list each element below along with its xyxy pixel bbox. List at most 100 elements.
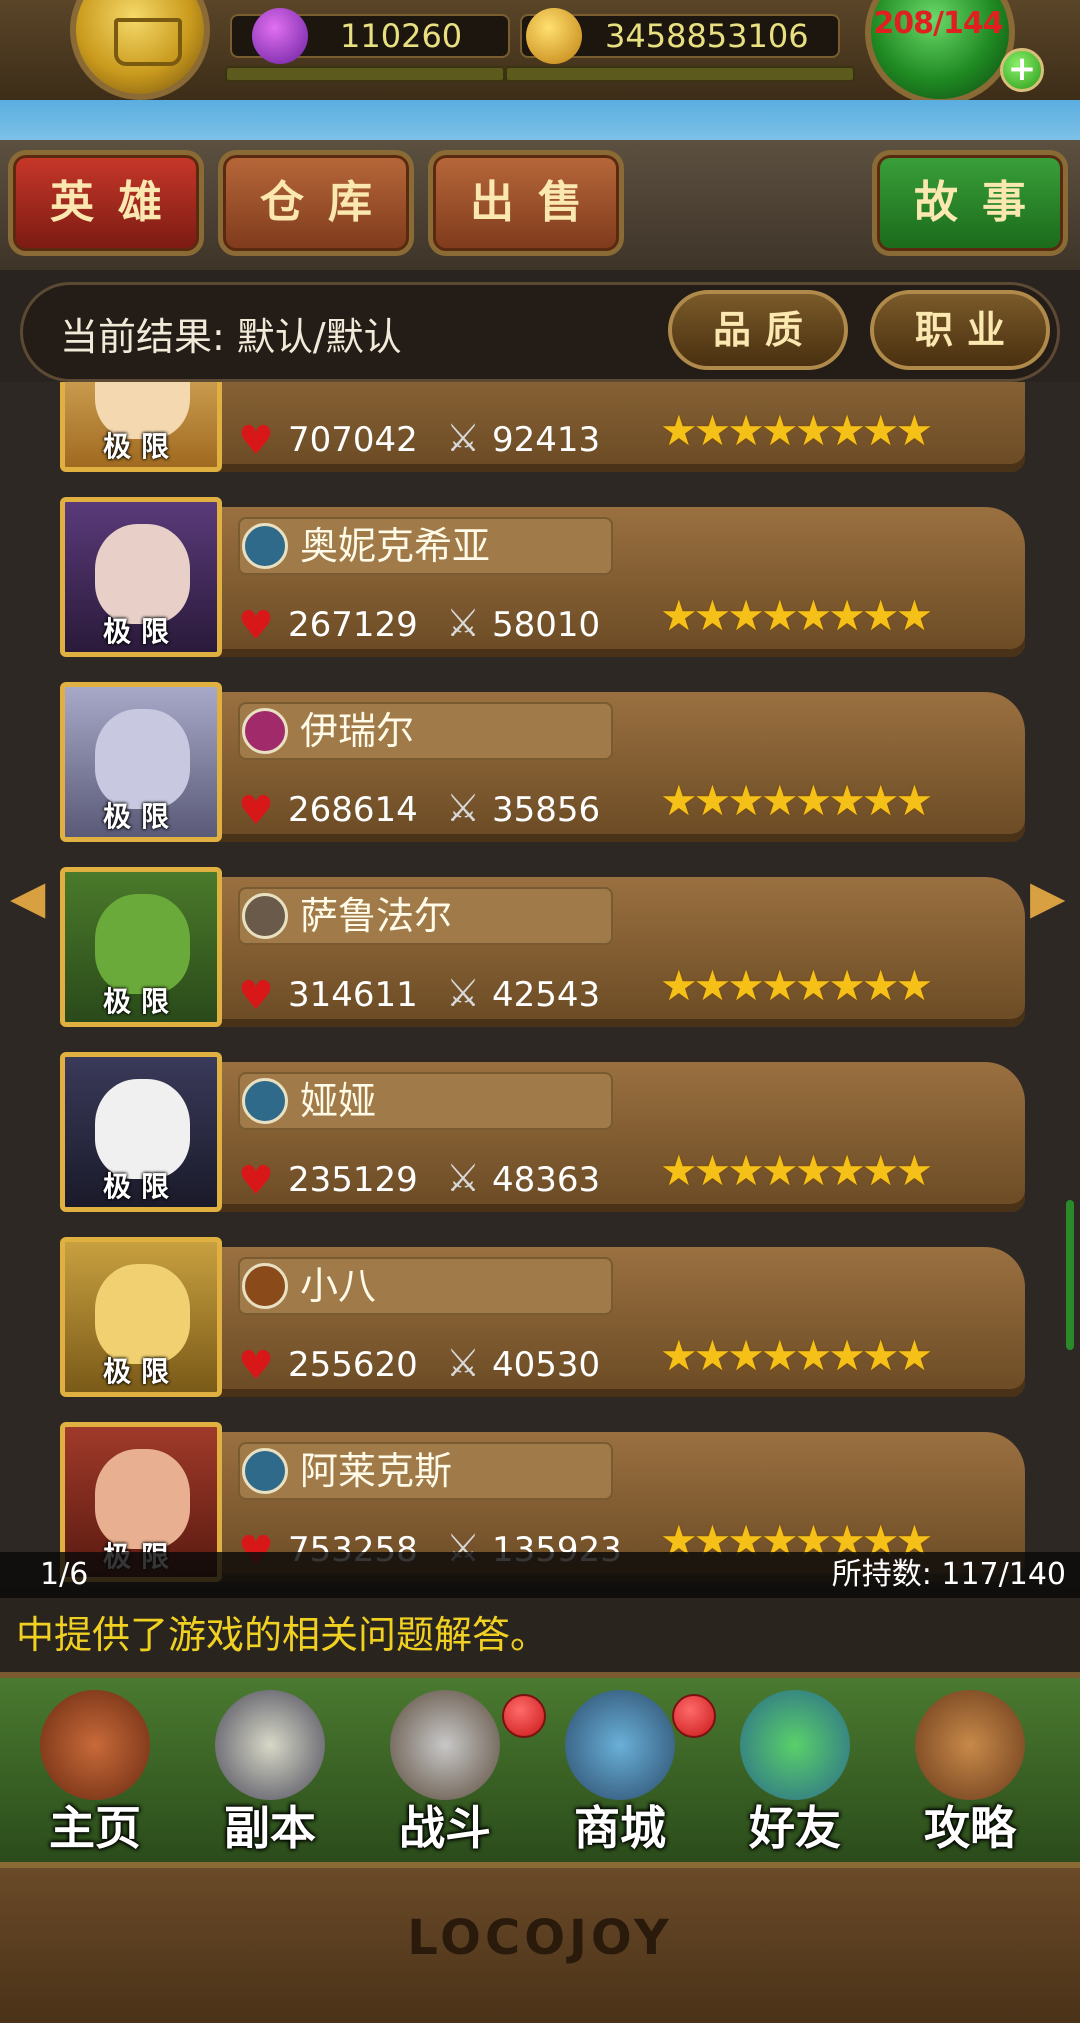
hero-hp: 255620 bbox=[288, 1345, 418, 1385]
hero-portrait: 极限 bbox=[60, 1052, 222, 1212]
chevron-right-icon[interactable]: ▶ bbox=[1030, 870, 1065, 924]
hero-name: 娅娅 bbox=[300, 1079, 377, 1123]
hero-name: 萨鲁法尔 bbox=[300, 894, 453, 938]
filter-result-label: 当前结果: 默认/默认 bbox=[60, 315, 402, 359]
hero-name-bar bbox=[238, 1257, 613, 1315]
nav-label: 商城 bbox=[574, 1801, 666, 1855]
heart-icon: ♥ bbox=[238, 603, 274, 649]
hero-card[interactable]: 极限 萨鲁法尔 ♥ 314611 ⚔ 42543 ★★★★★★★★ bbox=[60, 867, 1025, 1037]
hero-portrait: 极限 bbox=[60, 682, 222, 842]
nav-label: 战斗 bbox=[399, 1801, 491, 1855]
hero-face-image bbox=[95, 1449, 190, 1549]
heart-icon: ♥ bbox=[238, 418, 274, 464]
heart-icon: ♥ bbox=[238, 1158, 274, 1204]
star-rating: ★★★★★★★★ bbox=[660, 776, 933, 825]
skull-icon bbox=[215, 1690, 325, 1800]
hero-card[interactable]: 极限 伊瑞尔 ♥ 268614 ⚔ 35856 ★★★★★★★★ bbox=[60, 682, 1025, 852]
class-icon bbox=[242, 1078, 288, 1124]
xp-bar-right bbox=[505, 66, 855, 82]
hero-face-image bbox=[95, 1079, 190, 1179]
shop-creature-icon bbox=[565, 1690, 675, 1800]
hero-face-image bbox=[95, 524, 190, 624]
hero-face-image bbox=[95, 1264, 190, 1364]
hero-card[interactable]: 极限 娅娅 ♥ 235129 ⚔ 48363 ★★★★★★★★ bbox=[60, 1052, 1025, 1222]
tab-sell[interactable]: 出售 bbox=[428, 150, 624, 256]
hero-card[interactable]: 极限 奥妮克希亚 ♥ 267129 ⚔ 58010 ★★★★★★★★ bbox=[60, 497, 1025, 667]
hero-hp: 267129 bbox=[288, 605, 418, 645]
hero-attack: 58010 bbox=[492, 605, 601, 645]
star-rating: ★★★★★★★★ bbox=[660, 406, 933, 455]
gold-value: 3458853106 bbox=[605, 17, 809, 55]
nav-home[interactable]: 主页 bbox=[15, 1690, 175, 1860]
crown-icon bbox=[114, 18, 182, 66]
hero-attack: 92413 bbox=[492, 420, 601, 460]
hero-portrait: 极限 bbox=[60, 1237, 222, 1397]
nav-label: 攻略 bbox=[924, 1801, 1016, 1855]
star-rating: ★★★★★★★★ bbox=[660, 1331, 933, 1380]
hero-hp: 707042 bbox=[288, 420, 418, 460]
gem-value: 110260 bbox=[340, 17, 463, 55]
hero-list[interactable]: 极限 ♥ 707042 ⚔ 92413 ★★★★★★★★ 极限 奥妮克希亚 ♥ … bbox=[0, 382, 1080, 1587]
crossed-swords-icon: ⚔ bbox=[446, 786, 481, 830]
hero-face-image bbox=[95, 894, 190, 994]
crossed-swords-icon: ⚔ bbox=[446, 601, 481, 645]
owned-count: 所持数: 117/140 bbox=[831, 1557, 1066, 1592]
heart-icon: ♥ bbox=[238, 973, 274, 1019]
house-icon bbox=[40, 1690, 150, 1800]
class-icon bbox=[242, 893, 288, 939]
hero-name: 奥妮克希亚 bbox=[300, 524, 491, 568]
hero-attack: 35856 bbox=[492, 790, 601, 830]
hero-card[interactable]: 极限 ♥ 707042 ⚔ 92413 ★★★★★★★★ bbox=[60, 382, 1025, 482]
star-rating: ★★★★★★★★ bbox=[660, 1146, 933, 1195]
hero-attack: 42543 bbox=[492, 975, 601, 1015]
hero-rank: 极限 bbox=[102, 1355, 179, 1388]
hero-face-image bbox=[95, 709, 190, 809]
class-icon bbox=[242, 523, 288, 569]
class-icon bbox=[242, 708, 288, 754]
hero-rank: 极限 bbox=[102, 615, 179, 648]
hero-name-bar bbox=[238, 702, 613, 760]
class-filter-button[interactable]: 职业 bbox=[870, 290, 1050, 370]
star-rating: ★★★★★★★★ bbox=[660, 591, 933, 640]
nav-label: 主页 bbox=[49, 1801, 141, 1855]
nav-battle[interactable]: 战斗 bbox=[365, 1690, 525, 1860]
star-rating: ★★★★★★★★ bbox=[660, 961, 933, 1010]
sword-icon bbox=[390, 1690, 500, 1800]
crossed-swords-icon: ⚔ bbox=[446, 971, 481, 1015]
hero-name-bar bbox=[238, 1072, 613, 1130]
page-indicator: 1/6 bbox=[40, 1557, 89, 1592]
gem-icon bbox=[252, 8, 308, 64]
crossed-swords-icon: ⚔ bbox=[446, 1341, 481, 1385]
add-stamina-button[interactable]: + bbox=[1000, 48, 1044, 92]
hero-rank: 极限 bbox=[102, 800, 179, 833]
nav-label: 副本 bbox=[224, 1801, 316, 1855]
list-scrollbar[interactable] bbox=[1066, 1200, 1074, 1350]
hero-name: 伊瑞尔 bbox=[300, 709, 415, 753]
hero-portrait: 极限 bbox=[60, 497, 222, 657]
hero-hp: 268614 bbox=[288, 790, 418, 830]
quality-filter-button[interactable]: 品质 bbox=[668, 290, 848, 370]
hero-card[interactable]: 极限 小八 ♥ 255620 ⚔ 40530 ★★★★★★★★ bbox=[60, 1237, 1025, 1407]
stamina-value: 208/144 bbox=[873, 6, 1003, 41]
ticker-text: 中提供了游戏的相关问题解答。 bbox=[16, 1613, 549, 1657]
friends-icon bbox=[740, 1690, 850, 1800]
gold-coin-icon bbox=[526, 8, 582, 64]
hero-attack: 40530 bbox=[492, 1345, 601, 1385]
nav-label: 好友 bbox=[749, 1801, 841, 1855]
hero-name: 阿莱克斯 bbox=[300, 1449, 453, 1493]
hero-hp: 314611 bbox=[288, 975, 418, 1015]
hero-rank: 极限 bbox=[102, 985, 179, 1018]
notification-badge bbox=[672, 1694, 716, 1738]
hero-portrait: 极限 bbox=[60, 382, 222, 472]
hero-rank: 极限 bbox=[102, 430, 179, 463]
nav-guide[interactable]: 攻略 bbox=[890, 1690, 1050, 1860]
nav-dungeon[interactable]: 副本 bbox=[190, 1690, 350, 1860]
tab-warehouse[interactable]: 仓库 bbox=[218, 150, 414, 256]
tab-heroes[interactable]: 英雄 bbox=[8, 150, 204, 256]
hero-rank: 极限 bbox=[102, 1170, 179, 1203]
nav-friends[interactable]: 好友 bbox=[715, 1690, 875, 1860]
class-icon bbox=[242, 1448, 288, 1494]
publisher-logo: LOCOJOY bbox=[407, 1910, 673, 1966]
tab-story[interactable]: 故事 bbox=[872, 150, 1068, 256]
chevron-left-icon[interactable]: ◀ bbox=[10, 870, 45, 924]
